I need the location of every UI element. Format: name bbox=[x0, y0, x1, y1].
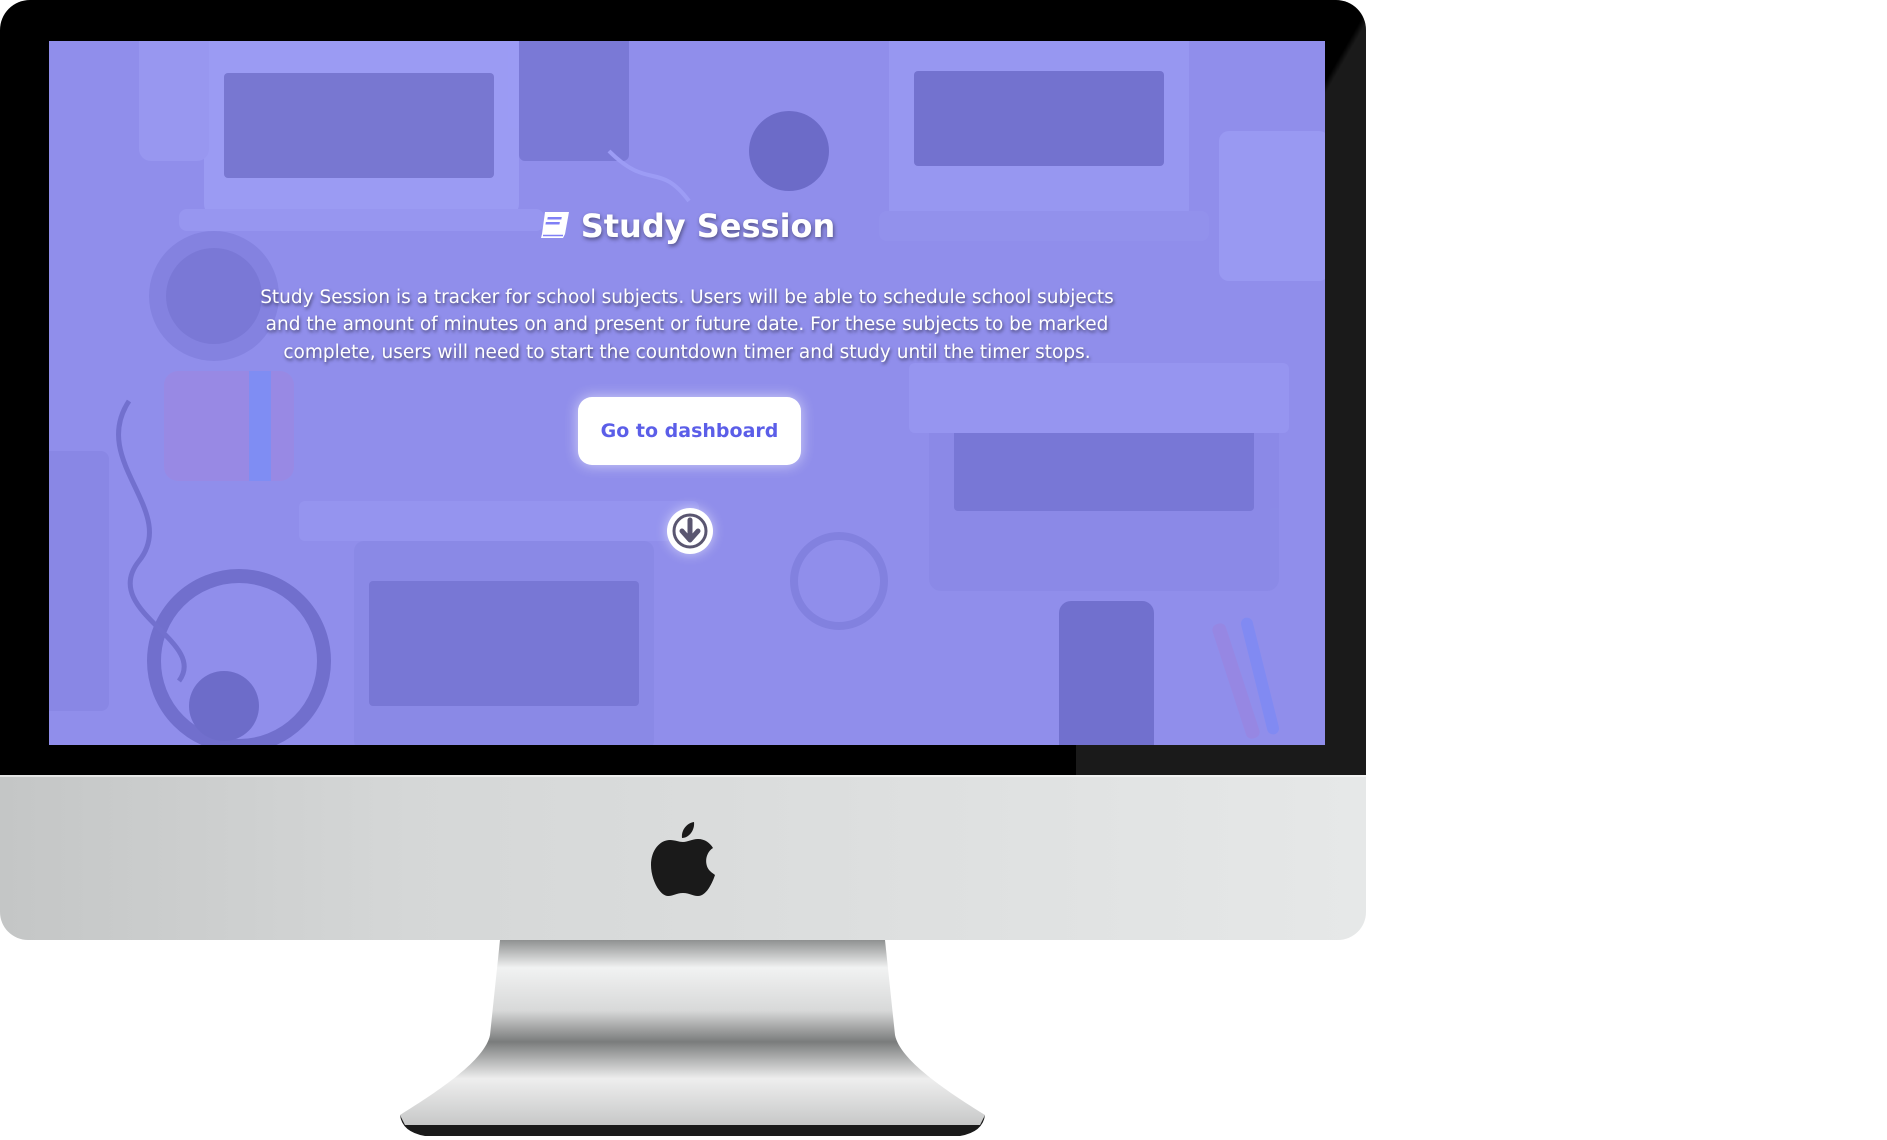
hero-description: Study Session is a tracker for school su… bbox=[260, 286, 1114, 363]
hero-section: Study Session Study Session is a tracker… bbox=[49, 41, 1325, 745]
hero-title-row: Study Session bbox=[49, 207, 1325, 245]
go-to-dashboard-button[interactable]: Go to dashboard bbox=[578, 397, 801, 465]
imac-mockup: Study Session Study Session is a tracker… bbox=[0, 0, 1887, 1136]
scroll-down-button[interactable] bbox=[667, 508, 713, 554]
book-icon bbox=[539, 210, 573, 240]
arrow-circle-down-icon bbox=[672, 513, 708, 549]
monitor-stand bbox=[400, 940, 985, 1136]
page-title: Study Session bbox=[580, 207, 836, 245]
monitor-screen: Study Session Study Session is a tracker… bbox=[49, 41, 1325, 745]
apple-logo-icon bbox=[651, 822, 715, 896]
